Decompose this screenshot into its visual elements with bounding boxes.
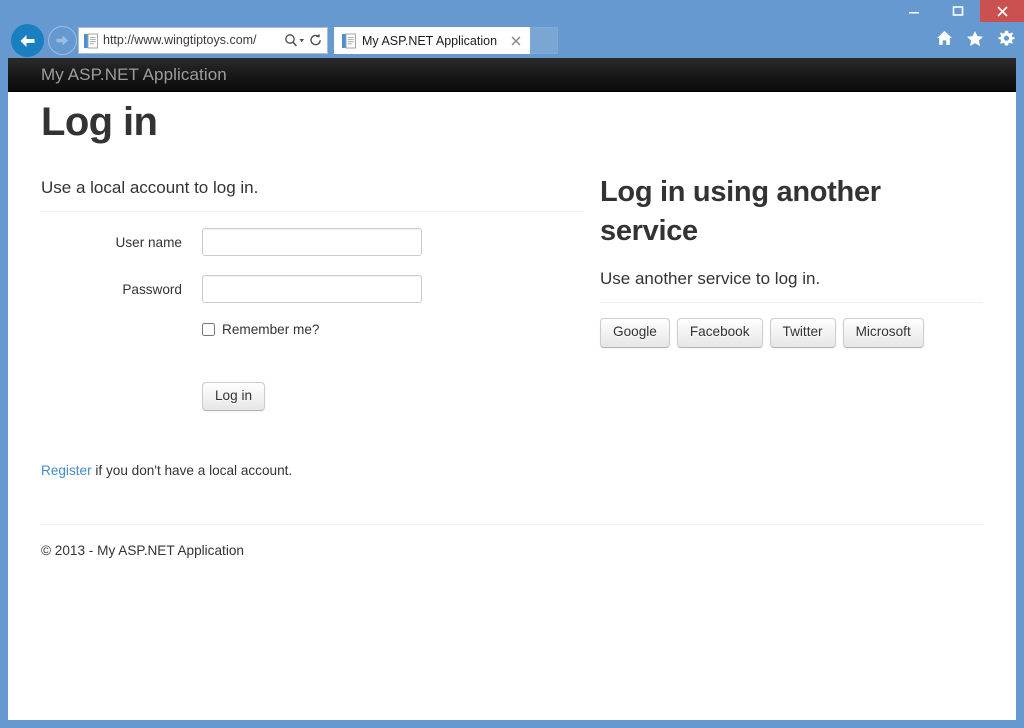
log-in-button[interactable]: Log in	[202, 382, 265, 411]
tools-button[interactable]	[996, 28, 1016, 48]
register-line: Register if you don't have a local accou…	[41, 463, 583, 478]
document-icon	[342, 33, 356, 49]
refresh-icon	[309, 33, 323, 48]
document-icon	[84, 33, 98, 49]
tab-strip: My ASP.NET Application	[334, 27, 558, 54]
username-label: User name	[41, 235, 202, 250]
login-submit-row: Log in	[202, 382, 583, 411]
external-login-subheading: Use another service to log in.	[600, 268, 983, 290]
tab-my-asp-net-application[interactable]: My ASP.NET Application	[334, 27, 530, 54]
provider-button-twitter[interactable]: Twitter	[770, 318, 836, 347]
forward-arrow-icon	[55, 34, 70, 47]
navigation-buttons	[11, 24, 77, 57]
site-navbar: My ASP.NET Application	[8, 58, 1016, 92]
back-arrow-icon	[18, 33, 37, 49]
remember-me-label[interactable]: Remember me?	[222, 322, 319, 337]
tab-title: My ASP.NET Application	[362, 34, 509, 48]
login-form: User name Password Remember me?	[41, 212, 583, 411]
external-provider-buttons: Google Facebook Twitter Microsoft	[600, 318, 983, 347]
search-icon	[284, 33, 306, 48]
external-login-column: Log in using another service Use another…	[600, 160, 983, 492]
provider-button-google[interactable]: Google	[600, 318, 670, 347]
new-tab-button[interactable]	[530, 27, 558, 54]
password-row: Password	[41, 275, 583, 303]
tab-favicon-icon	[342, 33, 356, 49]
external-login-heading: Log in using another service	[600, 173, 983, 251]
close-icon	[996, 5, 1009, 18]
forward-button[interactable]	[48, 26, 77, 55]
remember-me-row: Remember me?	[202, 322, 583, 337]
site-brand[interactable]: My ASP.NET Application	[41, 65, 227, 85]
minimize-button[interactable]	[892, 0, 936, 22]
favorites-icon	[966, 30, 984, 47]
local-login-column: Use a local account to log in. User name…	[41, 160, 583, 492]
window-controls	[892, 0, 1024, 22]
refresh-button[interactable]	[309, 33, 323, 48]
register-link[interactable]: Register	[41, 463, 92, 478]
home-button[interactable]	[934, 28, 954, 48]
close-icon	[511, 36, 521, 46]
register-text: if you don't have a local account.	[92, 463, 293, 478]
content-row: Use a local account to log in. User name…	[41, 144, 983, 492]
tab-close-button[interactable]	[509, 34, 523, 48]
back-button[interactable]	[11, 24, 44, 57]
page-footer: © 2013 - My ASP.NET Application	[41, 524, 983, 558]
password-input[interactable]	[202, 275, 422, 303]
tools-icon	[998, 30, 1015, 47]
username-row: User name	[41, 228, 583, 256]
browser-window: http://www.wingtiptoys.com/	[0, 0, 1024, 728]
page-title: Log in	[41, 100, 983, 144]
copyright-text: © 2013 - My ASP.NET Application	[41, 543, 244, 558]
remember-me-checkbox[interactable]	[202, 323, 215, 336]
page-container: Log in Use a local account to log in. Us…	[8, 100, 1016, 558]
minimize-icon	[908, 5, 920, 17]
url-text: http://www.wingtiptoys.com/	[103, 34, 284, 47]
favorites-button[interactable]	[965, 28, 985, 48]
search-dropdown-button[interactable]	[284, 33, 306, 48]
page-icon	[84, 33, 98, 49]
username-input[interactable]	[202, 228, 422, 256]
maximize-icon	[952, 5, 964, 17]
home-icon	[936, 30, 953, 46]
close-button[interactable]	[980, 0, 1024, 22]
password-label: Password	[41, 282, 202, 297]
external-login-divider	[600, 302, 983, 303]
command-bar	[934, 28, 1016, 48]
address-bar[interactable]: http://www.wingtiptoys.com/	[78, 27, 328, 54]
maximize-button[interactable]	[936, 0, 980, 22]
local-login-subheading: Use a local account to log in.	[41, 177, 583, 199]
page-viewport: My ASP.NET Application Log in Use a loca…	[8, 58, 1016, 720]
provider-button-facebook[interactable]: Facebook	[677, 318, 763, 347]
provider-button-microsoft[interactable]: Microsoft	[843, 318, 924, 347]
